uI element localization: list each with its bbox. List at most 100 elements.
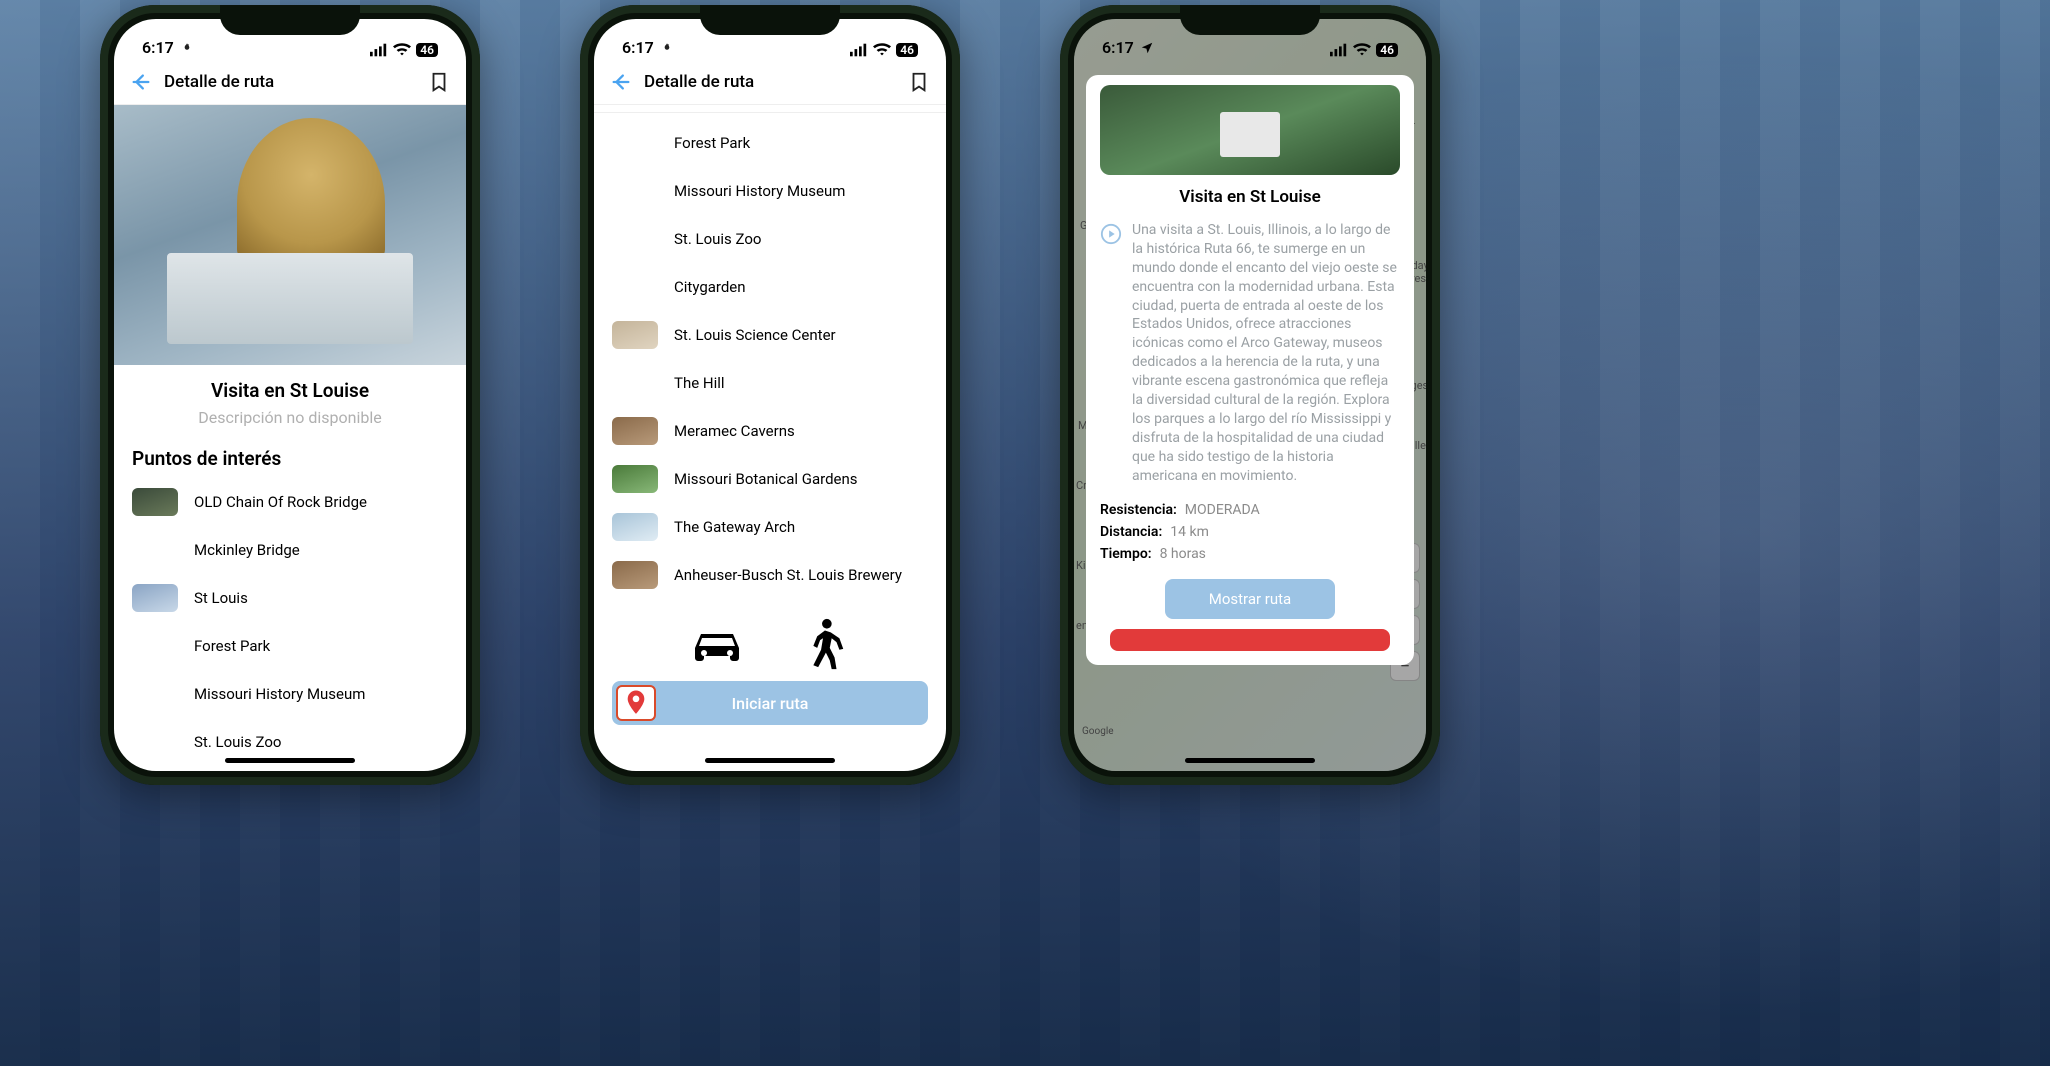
start-route-label: Iniciar ruta [732, 694, 809, 713]
screen-route-detail-bottom: 6:17 46 Detalle de ruta Forest Park Misso… [594, 19, 946, 771]
poi-list[interactable]: Forest Park Missouri History Museum St. Lo… [594, 113, 946, 599]
poi-label: Forest Park [194, 637, 270, 655]
screen-route-modal: 6:17 46 GraftonMaryland HeightsCreve Coe… [1074, 19, 1426, 771]
app-bar: Detalle de ruta [114, 59, 466, 105]
page-title: Detalle de ruta [644, 72, 896, 92]
notch [700, 5, 840, 35]
start-route-button[interactable]: Iniciar ruta [612, 681, 928, 725]
page-title: Detalle de ruta [164, 72, 416, 92]
poi-label: The Gateway Arch [674, 518, 795, 536]
poi-label: Meramec Caverns [674, 422, 795, 440]
show-route-label: Mostrar ruta [1209, 590, 1291, 608]
location-arrow-icon [1138, 41, 1156, 55]
poi-thumbnail [132, 728, 178, 756]
poi-item[interactable]: Missouri History Museum [132, 670, 448, 718]
back-arrow-icon[interactable] [130, 71, 152, 93]
stat-time-label: Tiempo: [1100, 546, 1152, 562]
play-audio-icon[interactable] [1100, 223, 1122, 245]
app-bar: Detalle de ruta [594, 59, 946, 105]
modal-hero-image [1100, 85, 1400, 175]
poi-item[interactable]: The Hill [612, 359, 928, 407]
poi-label: St. Louis Zoo [194, 733, 281, 751]
phone-mockup-1: 6:17 46 Detalle de ruta Visita en St Lou… [100, 5, 480, 785]
poi-thumbnail [132, 584, 178, 612]
cellular-icon [1330, 43, 1348, 57]
transport-mode-row [594, 617, 946, 671]
pedestrian-icon[interactable] [791, 617, 855, 671]
wifi-icon [1353, 43, 1371, 57]
stat-time-value: 8 horas [1160, 546, 1206, 562]
stat-resistance-label: Resistencia: [1100, 502, 1177, 518]
poi-thumbnail [612, 273, 658, 301]
home-indicator[interactable] [1185, 758, 1315, 763]
battery-badge: 46 [896, 43, 918, 57]
poi-label: Missouri Botanical Gardens [674, 470, 858, 488]
poi-item[interactable]: Citygarden [612, 263, 928, 311]
secondary-red-button[interactable] [1110, 629, 1390, 651]
poi-item[interactable]: Missouri Botanical Gardens [612, 455, 928, 503]
poi-item[interactable]: Mckinley Bridge [132, 526, 448, 574]
status-time: 6:17 [622, 38, 654, 57]
flame-icon [178, 41, 196, 55]
route-title: Visita en St Louise [114, 379, 466, 402]
cellular-icon [370, 43, 388, 57]
phone-mockup-3: 6:17 46 GraftonMaryland HeightsCreve Coe… [1060, 5, 1440, 785]
poi-label: Anheuser-Busch St. Louis Brewery [674, 566, 902, 584]
poi-item[interactable]: OLD Chain Of Rock Bridge [132, 478, 448, 526]
poi-thumbnail [132, 680, 178, 708]
status-time: 6:17 [142, 38, 174, 57]
poi-heading: Puntos de interés [114, 427, 466, 478]
stat-resistance-value: MODERADA [1185, 502, 1260, 518]
poi-thumbnail [612, 465, 658, 493]
route-hero-image [114, 105, 466, 365]
poi-item[interactable]: Anheuser-Busch St. Louis Brewery [612, 551, 928, 599]
poi-item[interactable]: St. Louis Science Center [612, 311, 928, 359]
poi-list[interactable]: OLD Chain Of Rock BridgeMckinley Bridge S… [114, 478, 466, 766]
poi-label: The Hill [674, 374, 725, 392]
bookmark-icon[interactable] [428, 71, 450, 93]
battery-badge: 46 [1376, 43, 1398, 57]
flame-icon [658, 41, 676, 55]
poi-thumbnail [132, 536, 178, 564]
poi-item[interactable]: Forest Park [612, 119, 928, 167]
poi-label: Missouri History Museum [194, 685, 365, 703]
notch [1180, 5, 1320, 35]
poi-label: Citygarden [674, 278, 746, 296]
phone-mockup-2: 6:17 46 Detalle de ruta Forest Park Misso… [580, 5, 960, 785]
home-indicator[interactable] [705, 758, 835, 763]
stat-distance-label: Distancia: [1100, 524, 1162, 540]
notch [220, 5, 360, 35]
status-time: 6:17 [1102, 38, 1134, 57]
poi-item[interactable]: Missouri History Museum [612, 167, 928, 215]
stat-distance-value: 14 km [1170, 524, 1209, 540]
poi-label: St. Louis Zoo [674, 230, 761, 248]
modal-title: Visita en St Louise [1100, 187, 1400, 207]
bookmark-icon[interactable] [908, 71, 930, 93]
route-stats: Resistencia: MODERADA Distancia: 14 km Tie… [1100, 499, 1400, 565]
home-indicator[interactable] [225, 758, 355, 763]
show-route-button[interactable]: Mostrar ruta [1165, 579, 1335, 619]
poi-item[interactable]: St. Louis Zoo [612, 215, 928, 263]
battery-badge: 46 [416, 43, 438, 57]
poi-thumbnail [612, 177, 658, 205]
poi-label: Missouri History Museum [674, 182, 845, 200]
back-arrow-icon[interactable] [610, 71, 632, 93]
poi-thumbnail [132, 488, 178, 516]
poi-thumbnail [612, 561, 658, 589]
route-pin-icon [616, 685, 656, 721]
poi-thumbnail [612, 129, 658, 157]
poi-item[interactable]: Meramec Caverns [612, 407, 928, 455]
poi-label: Forest Park [674, 134, 750, 152]
poi-item[interactable]: St Louis [132, 574, 448, 622]
poi-item[interactable]: The Gateway Arch [612, 503, 928, 551]
cellular-icon [850, 43, 868, 57]
poi-label: St Louis [194, 589, 248, 607]
poi-item[interactable]: Forest Park [132, 622, 448, 670]
wifi-icon [393, 43, 411, 57]
poi-thumbnail [612, 417, 658, 445]
car-icon[interactable] [685, 617, 749, 671]
route-subtitle: Descripción no disponible [114, 408, 466, 427]
route-info-modal: Visita en St Louise Una visita a St. Lou… [1086, 75, 1414, 665]
poi-thumbnail [612, 369, 658, 397]
modal-description: Una visita a St. Louis, Illinois, a lo l… [1132, 221, 1400, 485]
